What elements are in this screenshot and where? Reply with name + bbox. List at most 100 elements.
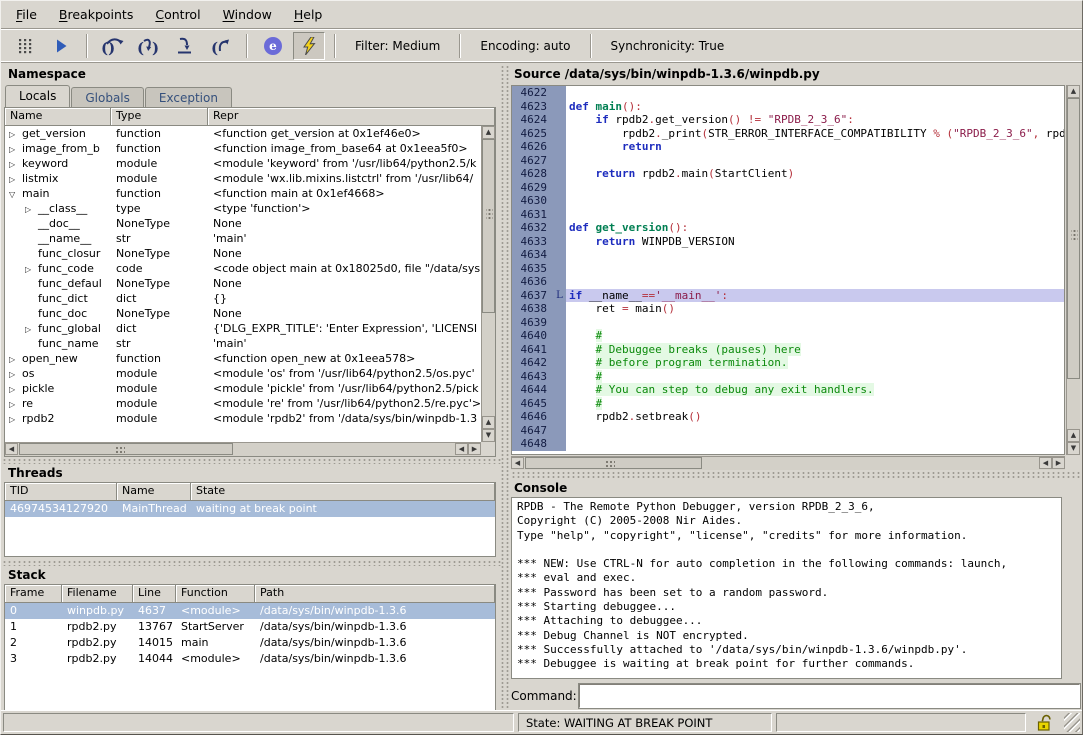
collapsed-arrow-icon[interactable]: ▷ <box>9 142 22 157</box>
column-header-name[interactable]: Name <box>117 483 191 501</box>
namespace-vertical-scrollbar[interactable]: ▲ ▲ ▼ <box>481 126 495 442</box>
source-line[interactable]: 4643 # <box>512 370 1064 384</box>
namespace-row[interactable]: ▷func_globaldict{'DLG_EXPR_TITLE': 'Ente… <box>5 321 481 336</box>
expanded-arrow-icon[interactable]: ▽ <box>9 187 22 202</box>
stack-row[interactable]: 0winpdb.py4637<module>/data/sys/bin/winp… <box>5 603 495 619</box>
source-line[interactable]: 4627 <box>512 154 1064 168</box>
namespace-row[interactable]: ▷open_newfunction<function open_new at 0… <box>5 351 481 366</box>
namespace-row[interactable]: func_dictdict{} <box>5 291 481 306</box>
encoding-toggle-button[interactable]: e <box>257 32 289 60</box>
tab-globals[interactable]: Globals <box>71 87 144 107</box>
column-header-path[interactable]: Path <box>255 585 495 603</box>
column-header-line[interactable]: Line <box>133 585 176 603</box>
namespace-row[interactable]: ▷image_from_bfunction<function image_fro… <box>5 141 481 156</box>
collapsed-arrow-icon[interactable]: ▷ <box>9 157 22 172</box>
vertical-splitter[interactable] <box>499 64 510 710</box>
scrollbar-thumb[interactable] <box>19 443 233 455</box>
namespace-row[interactable]: __doc__NoneTypeNone <box>5 216 481 231</box>
column-header-function[interactable]: Function <box>176 585 255 603</box>
step-button[interactable]: () <box>133 32 165 60</box>
collapsed-arrow-icon[interactable]: ▷ <box>9 172 22 187</box>
break-button[interactable] <box>9 32 41 60</box>
namespace-row[interactable]: ▷osmodule<module 'os' from '/usr/lib64/p… <box>5 366 481 381</box>
namespace-row[interactable]: func_namestr'main' <box>5 336 481 351</box>
scroll-up-icon[interactable]: ▲ <box>1067 429 1080 442</box>
column-header-type[interactable]: Type <box>111 108 208 126</box>
source-line[interactable]: 4632def get_version(): <box>512 221 1064 235</box>
command-input[interactable] <box>579 684 1080 708</box>
namespace-horizontal-scrollbar[interactable]: ◀ ◀ ▶ <box>5 442 481 456</box>
scrollbar-thumb[interactable] <box>525 457 702 469</box>
collapsed-arrow-icon[interactable]: ▷ <box>25 262 38 277</box>
source-line[interactable]: 4634 <box>512 248 1064 262</box>
namespace-row[interactable]: ▽mainfunction<function main at 0x1ef4668… <box>5 186 481 201</box>
namespace-row[interactable]: ▷func_codecode<code object main at 0x180… <box>5 261 481 276</box>
scroll-left-icon[interactable]: ◀ <box>511 457 524 469</box>
stack-row[interactable]: 2rpdb2.py14015main/data/sys/bin/winpdb-1… <box>5 635 495 651</box>
column-header-tid[interactable]: TID <box>5 483 117 501</box>
thread-row[interactable]: 46974534127920MainThreadwaiting at break… <box>5 501 495 517</box>
scroll-right-icon[interactable]: ▶ <box>468 443 481 455</box>
namespace-row[interactable]: ▷keywordmodule<module 'keyword' from '/u… <box>5 156 481 171</box>
source-line[interactable]: 4637Lif __name__=='__main__': <box>512 289 1064 303</box>
stack-row[interactable]: 1rpdb2.py13767StartServer/data/sys/bin/w… <box>5 619 495 635</box>
source-line[interactable]: 4638 ret = main() <box>512 302 1064 316</box>
namespace-row[interactable]: __name__str'main' <box>5 231 481 246</box>
menu-control[interactable]: Control <box>144 2 211 27</box>
namespace-row[interactable]: ▷__class__type<type 'function'> <box>5 201 481 216</box>
resize-grip[interactable] <box>1064 713 1080 732</box>
source-line[interactable]: 4640 # <box>512 329 1064 343</box>
column-header-frame[interactable]: Frame <box>5 585 62 603</box>
source-line[interactable]: 4639 <box>512 316 1064 330</box>
collapsed-arrow-icon[interactable]: ▷ <box>9 397 22 412</box>
collapsed-arrow-icon[interactable]: ▷ <box>9 127 22 142</box>
scroll-down-icon[interactable]: ▼ <box>1067 442 1080 455</box>
horizontal-splitter[interactable] <box>1 457 501 464</box>
column-header-name[interactable]: Name <box>5 108 111 126</box>
collapsed-arrow-icon[interactable]: ▷ <box>9 367 22 382</box>
scroll-left-icon[interactable]: ◀ <box>5 443 18 455</box>
source-vertical-scrollbar[interactable]: ▲ ▲ ▼ <box>1066 85 1080 455</box>
source-line[interactable]: 4623def main(): <box>512 100 1064 114</box>
source-line[interactable]: 4645 # <box>512 397 1064 411</box>
scroll-up-icon[interactable]: ▲ <box>482 416 495 429</box>
scrollbar-thumb[interactable] <box>1067 98 1080 379</box>
source-line[interactable]: 4635 <box>512 262 1064 276</box>
menu-file[interactable]: File <box>5 2 48 27</box>
namespace-row[interactable]: ▷remodule<module 're' from '/usr/lib64/p… <box>5 396 481 411</box>
source-line[interactable]: 4642 # before program termination. <box>512 356 1064 370</box>
horizontal-splitter[interactable] <box>510 470 1081 478</box>
scroll-left-icon[interactable]: ◀ <box>1039 457 1052 469</box>
column-header-state[interactable]: State <box>191 483 495 501</box>
scrollbar-thumb[interactable] <box>482 139 495 313</box>
namespace-row[interactable]: ▷picklemodule<module 'pickle' from '/usr… <box>5 381 481 396</box>
menu-window[interactable]: Window <box>212 2 283 27</box>
tab-locals[interactable]: Locals <box>5 85 70 107</box>
namespace-row[interactable]: func_defaulNoneTypeNone <box>5 276 481 291</box>
scroll-up-icon[interactable]: ▲ <box>482 126 495 139</box>
source-line[interactable]: 4631 <box>512 208 1064 222</box>
column-header-filename[interactable]: Filename <box>62 585 133 603</box>
scroll-up-icon[interactable]: ▲ <box>1067 85 1080 98</box>
source-line[interactable]: 4641 # Debuggee breaks (pauses) here <box>512 343 1064 357</box>
source-line[interactable]: 4625 rpdb2._print(STR_ERROR_INTERFACE_CO… <box>512 127 1064 141</box>
column-header-repr[interactable]: Repr <box>208 108 495 126</box>
menu-help[interactable]: Help <box>283 2 334 27</box>
source-line[interactable]: 4644 # You can step to debug any exit ha… <box>512 383 1064 397</box>
stack-row[interactable]: 3rpdb2.py14044<module>/data/sys/bin/winp… <box>5 651 495 667</box>
namespace-row[interactable]: ▷get_versionfunction<function get_versio… <box>5 126 481 141</box>
collapsed-arrow-icon[interactable]: ▷ <box>25 202 38 217</box>
horizontal-splitter[interactable] <box>1 559 501 566</box>
scroll-down-icon[interactable]: ▼ <box>482 429 495 442</box>
goto-button[interactable] <box>169 32 201 60</box>
source-line[interactable]: 4624 if rpdb2.get_version() != "RPDB_2_3… <box>512 113 1064 127</box>
return-button[interactable]: ( <box>205 32 237 60</box>
collapsed-arrow-icon[interactable]: ▷ <box>9 412 22 427</box>
collapsed-arrow-icon[interactable]: ▷ <box>9 352 22 367</box>
source-line[interactable]: 4636 <box>512 275 1064 289</box>
scroll-left-icon[interactable]: ◀ <box>455 443 468 455</box>
source-line[interactable]: 4648 <box>512 437 1064 451</box>
scroll-right-icon[interactable]: ▶ <box>1052 457 1065 469</box>
source-horizontal-scrollbar[interactable]: ◀ ◀ ▶ <box>511 456 1065 470</box>
menu-breakpoints[interactable]: Breakpoints <box>48 2 144 27</box>
